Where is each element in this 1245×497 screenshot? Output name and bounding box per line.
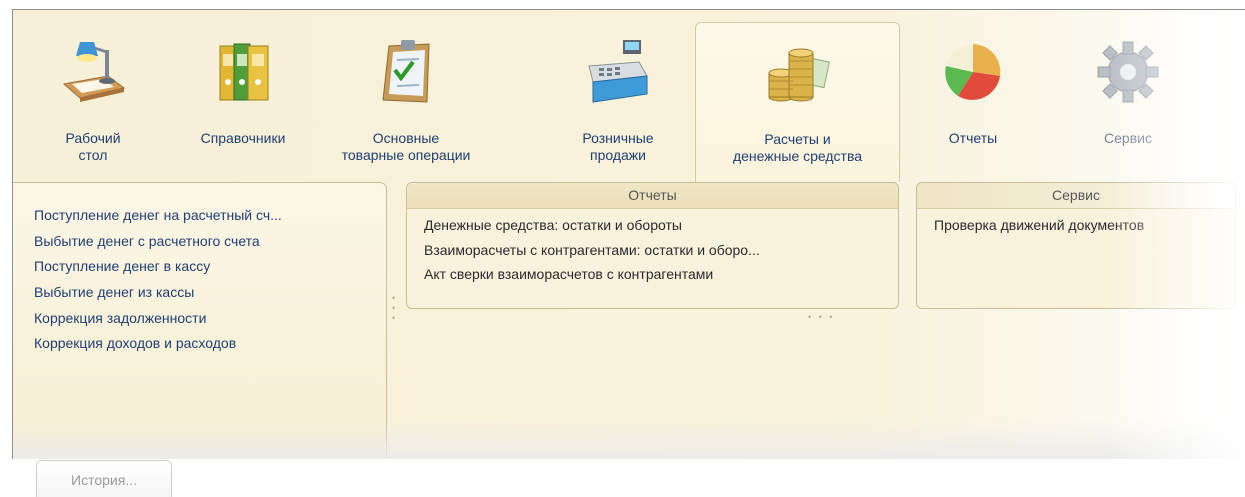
nav-item-bank-receipt[interactable]: Поступление денег на расчетный сч... bbox=[34, 206, 282, 232]
section-reports[interactable]: Отчеты bbox=[918, 24, 1028, 174]
section-label: Основные товарные операции bbox=[341, 130, 471, 163]
navigation-pane: Поступление денег на расчетный сч... Выб… bbox=[13, 182, 387, 459]
section-label: Отчеты bbox=[948, 130, 998, 146]
section-service[interactable]: Сервис bbox=[1073, 24, 1183, 174]
nav-item-debt-correction[interactable]: Коррекция задолженности bbox=[34, 309, 282, 335]
section-label: Розничные продажи bbox=[582, 130, 654, 163]
section-label: Справочники bbox=[200, 130, 286, 146]
nav-item-cash-receipt[interactable]: Поступление денег в кассу bbox=[34, 257, 282, 283]
main-window: Рабочий стол Справочники Основные товарн… bbox=[12, 9, 1245, 459]
report-counterparty-settlements[interactable]: Взаиморасчеты с контрагентами: остатки и… bbox=[424, 241, 898, 266]
section-retail-sales[interactable]: Розничные продажи bbox=[543, 24, 693, 174]
binders-icon bbox=[219, 43, 269, 101]
reports-list: Денежные средства: остатки и обороты Вза… bbox=[407, 209, 898, 290]
history-button[interactable]: История... bbox=[36, 460, 172, 497]
navigation-list: Поступление денег на расчетный сч... Выб… bbox=[34, 206, 282, 360]
report-cash-balances[interactable]: Денежные средства: остатки и обороты bbox=[424, 216, 898, 241]
splitter-grip-horizontal[interactable]: • • • bbox=[808, 312, 832, 322]
service-group: Сервис Проверка движений документов bbox=[916, 182, 1236, 309]
section-desktop[interactable]: Рабочий стол bbox=[33, 24, 153, 174]
clipboard-icon bbox=[382, 40, 430, 103]
splitter-grip[interactable]: • • • bbox=[392, 293, 395, 323]
section-goods-operations[interactable]: Основные товарные операции bbox=[331, 24, 481, 174]
section-label: Сервис bbox=[1104, 130, 1152, 146]
cash-register-icon bbox=[588, 40, 648, 103]
reports-group-title: Отчеты bbox=[407, 183, 898, 209]
section-panel: Рабочий стол Справочники Основные товарн… bbox=[13, 10, 1245, 182]
report-reconciliation-act[interactable]: Акт сверки взаиморасчетов с контрагентам… bbox=[424, 265, 898, 290]
service-list: Проверка движений документов bbox=[917, 209, 1235, 241]
section-label: Расчеты и денежные средства bbox=[732, 131, 863, 164]
gear-icon bbox=[1097, 41, 1159, 103]
section-payments-cash[interactable]: Расчеты и денежные средства bbox=[695, 22, 900, 182]
nav-item-income-expense-correction[interactable]: Коррекция доходов и расходов bbox=[34, 334, 282, 360]
service-group-title: Сервис bbox=[917, 183, 1235, 209]
section-catalogs[interactable]: Справочники bbox=[178, 24, 308, 174]
section-label: Рабочий стол bbox=[65, 130, 121, 163]
service-check-movements[interactable]: Проверка движений документов bbox=[934, 216, 1235, 241]
nav-item-bank-payment[interactable]: Выбытие денег с расчетного счета bbox=[34, 232, 282, 258]
reports-group: Отчеты Денежные средства: остатки и обор… bbox=[406, 182, 899, 309]
coins-icon bbox=[768, 48, 830, 102]
pie-chart-icon bbox=[945, 44, 1001, 100]
nav-item-cash-payment[interactable]: Выбытие денег из кассы bbox=[34, 283, 282, 309]
desk-lamp-icon bbox=[62, 42, 126, 102]
